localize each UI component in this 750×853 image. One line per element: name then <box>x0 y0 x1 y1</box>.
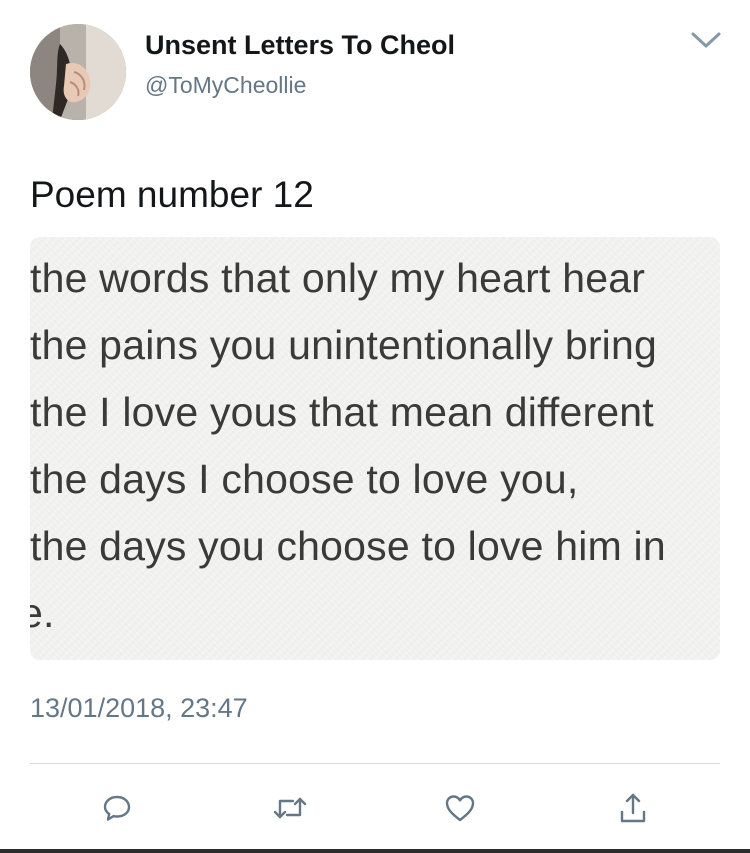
bottom-edge <box>0 849 750 853</box>
tweet-media-image[interactable]: the words that only my heart hear the pa… <box>30 237 720 660</box>
like-button[interactable] <box>438 786 482 830</box>
poem-line: the pains you unintentionally bring <box>30 322 657 368</box>
tweet-text: Poem number 12 <box>30 174 314 215</box>
retweet-button[interactable] <box>268 786 312 830</box>
poem-line: the words that only my heart hear <box>30 255 646 301</box>
reply-button[interactable] <box>95 786 139 830</box>
poem-line: the days I choose to love you, <box>30 456 579 502</box>
avatar-image <box>30 24 126 120</box>
poem-line: e. <box>30 590 55 636</box>
divider <box>30 763 720 764</box>
reply-icon <box>103 795 131 821</box>
poem-line: the I love yous that mean different <box>30 389 654 435</box>
share-icon <box>620 793 646 823</box>
share-button[interactable] <box>611 786 655 830</box>
tweet-timestamp[interactable]: 13/01/2018, 23:47 <box>30 693 248 724</box>
retweet-icon <box>273 797 307 819</box>
user-handle[interactable]: @ToMyCheollie <box>145 72 306 99</box>
heart-icon <box>445 795 475 822</box>
display-name[interactable]: Unsent Letters To Cheol <box>145 30 455 61</box>
avatar[interactable] <box>30 24 126 120</box>
poem-line: the days you choose to love him in <box>30 523 666 569</box>
chevron-down-icon[interactable] <box>688 28 724 52</box>
